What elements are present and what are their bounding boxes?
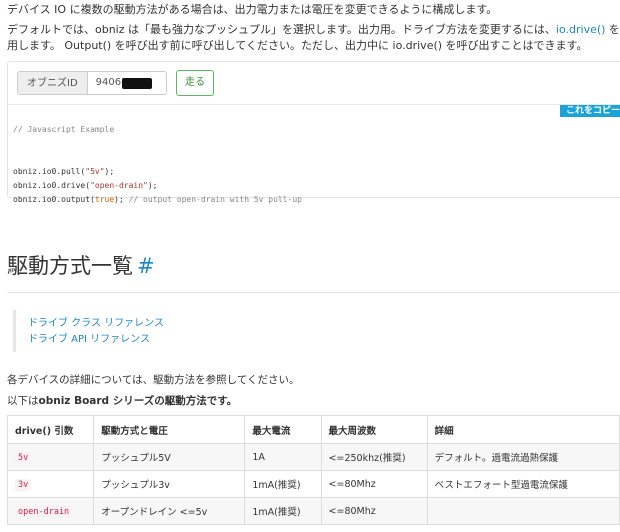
code-runner-box: オブニズID 9406- 走る これをコピー // Javascript Exa… <box>7 61 620 204</box>
intro-text-3: 用します。 Output() を呼び出す前に呼び出してください。ただし、出力中に… <box>7 38 587 54</box>
drive-class-reference-link[interactable]: ドライブ クラス リファレンス <box>28 317 164 331</box>
header-drive-arg: drive() 引数 <box>6 415 95 444</box>
intro-text-2a: デフォルトでは、obniz は「最も強力なプッシュプル」を選択します。出力用。ド… <box>7 23 556 36</box>
code-line-1: obniz.io0.pull("5v"); <box>13 167 115 176</box>
table-cell: 1mA(推奨) <box>244 497 322 525</box>
table-cell <box>426 497 620 525</box>
redaction-mask <box>121 78 152 89</box>
intro-text-1: デバイス IO に複数の駆動方法がある場合は、出力電力または電圧を変更できるよう… <box>7 3 498 16</box>
intro-text-2b: を使 <box>608 23 620 36</box>
table-cell: <=80Mhz <box>320 497 428 525</box>
board-methods-bold: obniz Board シリーズの駆動方法です。 <box>38 395 238 407</box>
header-max-current: 最大電流 <box>244 415 322 444</box>
header-max-frequency: 最大周波数 <box>320 415 428 444</box>
code-editor[interactable]: これをコピー // Javascript Example obniz.io0.p… <box>8 104 620 204</box>
table-header-row: drive() 引数 駆動方式と電圧 最大電流 最大周波数 詳細 <box>6 415 620 444</box>
drive-methods-table: drive() 引数 駆動方式と電圧 最大電流 最大周波数 詳細 5v プッシュ… <box>6 415 620 525</box>
table-row: open-drain オープンドレイン <=5v 1mA(推奨) <=80Mhz <box>6 497 620 525</box>
copy-button[interactable]: これをコピー <box>559 105 620 117</box>
header-details: 詳細 <box>426 415 620 444</box>
table-cell: ベストエフォート型過電流保護 <box>426 470 620 498</box>
board-methods-text: 以下はobniz Board シリーズの駆動方法です。 <box>7 395 238 407</box>
obniz-id-group: オブニズID 9406- <box>17 71 167 95</box>
run-button[interactable]: 走る <box>176 70 214 96</box>
details-text: 各デバイスの詳細については、駆動方法を参照してください。 <box>7 374 300 386</box>
table-cell: 5v <box>6 443 95 471</box>
drive-arg-code: open-drain <box>15 505 73 518</box>
io-drive-link[interactable]: io.drive() <box>556 23 606 36</box>
table-row: 5v プッシュプル5V 1A <=250khz(推奨) デフォルト。過電流過熱保… <box>6 443 620 471</box>
divider <box>7 292 620 293</box>
reference-quote: ドライブ クラス リファレンス ドライブ API リファレンス <box>13 310 216 352</box>
code-line-3: obniz.io0.output(true); // output open-d… <box>13 195 302 204</box>
obniz-id-value: 9406- <box>95 77 125 88</box>
table-cell: <=80Mhz <box>320 470 428 498</box>
intro-text-3a: 用します。 Output() を呼び出す前に呼び出してください。ただし、出力中に <box>7 39 393 52</box>
table-cell: デフォルト。過電流過熱保護 <box>426 443 620 471</box>
header-method: 駆動方式と電圧 <box>93 415 246 444</box>
table-cell: プッシュプル3v <box>93 470 246 498</box>
anchor-link[interactable]: # <box>137 254 155 278</box>
table-cell: プッシュプル5V <box>93 443 246 471</box>
code-line-2: obniz.io0.drive("open-drain"); <box>13 181 158 190</box>
code-comment: // Javascript Example <box>13 125 115 134</box>
obniz-id-label: オブニズID <box>17 71 87 95</box>
section-title: 駆動方式一覧 # <box>7 254 155 278</box>
table-cell: open-drain <box>6 497 95 525</box>
drive-api-reference-link[interactable]: ドライブ API リファレンス <box>28 333 150 347</box>
table-cell: 1mA(推奨) <box>244 470 322 498</box>
code-block: // Javascript Example obniz.io0.pull("5v… <box>13 123 302 207</box>
drive-arg-code: 5v <box>15 451 32 464</box>
table-cell: <=250khz(推奨) <box>320 443 428 471</box>
io-drive-code: io.drive() <box>392 39 443 52</box>
table-cell: 1A <box>244 443 322 471</box>
intro-text-2: デフォルトでは、obniz は「最も強力なプッシュプル」を選択します。出力用。ド… <box>7 22 620 38</box>
intro-text-3b: を呼び出すことはできます。 <box>442 39 588 52</box>
obniz-id-input[interactable]: 9406- <box>86 71 167 95</box>
drive-arg-code: 3v <box>15 478 32 491</box>
table-cell: 3v <box>6 470 95 498</box>
table-cell: オープンドレイン <=5v <box>93 497 246 525</box>
table-row: 3v プッシュプル3v 1mA(推奨) <=80Mhz ベストエフォート型過電流… <box>6 470 620 498</box>
